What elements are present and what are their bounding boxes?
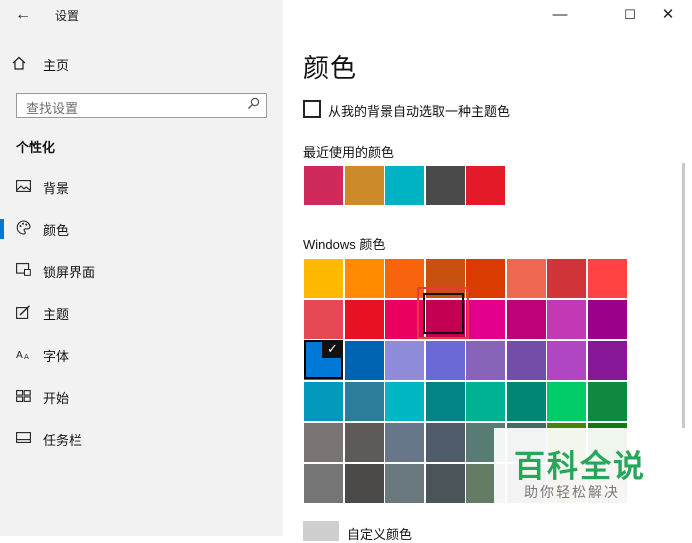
recent-color-swatch[interactable] xyxy=(466,166,505,205)
windows-color-swatch[interactable] xyxy=(344,382,384,421)
windows-color-swatch[interactable] xyxy=(506,341,546,380)
nav-home-label: 主页 xyxy=(43,57,70,73)
windows-color-swatch[interactable] xyxy=(385,382,424,421)
search-icon[interactable] xyxy=(247,97,260,113)
windows-color-swatch[interactable] xyxy=(466,300,505,339)
windows-color-swatch[interactable] xyxy=(425,464,465,503)
focus-outline xyxy=(423,293,464,334)
windows-color-swatch[interactable] xyxy=(547,382,586,421)
watermark: 百科全说 助你轻松解决 xyxy=(494,428,692,506)
sidebar: ← 设置 主页 查找设置 个性化 背景 颜色 锁屏界面 主题 A A 字体 开始… xyxy=(0,0,283,536)
close-button[interactable]: ✕ xyxy=(645,2,691,28)
windows-color-swatch[interactable] xyxy=(344,423,384,462)
windows-color-swatch[interactable] xyxy=(425,341,465,380)
custom-color-button[interactable] xyxy=(303,521,339,541)
windows-color-swatch[interactable] xyxy=(506,382,546,421)
windows-color-swatch[interactable] xyxy=(385,464,424,503)
sidebar-item-label: 背景 xyxy=(43,180,70,196)
sidebar-item-label: 颜色 xyxy=(43,222,70,238)
recent-color-swatch[interactable] xyxy=(344,166,384,205)
watermark-subtitle: 助你轻松解决 xyxy=(524,484,620,500)
windows-color-swatch[interactable] xyxy=(466,382,505,421)
windows-color-swatch[interactable] xyxy=(466,341,505,380)
window-title: 设置 xyxy=(55,9,80,23)
svg-text:A: A xyxy=(16,350,23,360)
windows-color-swatch[interactable] xyxy=(344,259,384,298)
taskbar-icon xyxy=(15,432,31,446)
sidebar-item-label: 锁屏界面 xyxy=(43,264,96,280)
page-title: 颜色 xyxy=(303,53,358,83)
sidebar-item-taskbar[interactable]: 任务栏 xyxy=(0,426,283,452)
auto-pick-label[interactable]: 从我的背景自动选取一种主题色 xyxy=(328,101,510,120)
minimize-button[interactable]: — xyxy=(537,2,583,28)
windows-color-swatch[interactable] xyxy=(547,341,586,380)
recent-color-swatch[interactable] xyxy=(304,166,343,205)
windows-color-swatch[interactable] xyxy=(304,300,343,339)
sidebar-item-start[interactable]: 开始 xyxy=(0,384,283,410)
sidebar-item-label: 任务栏 xyxy=(43,432,83,448)
windows-color-swatch[interactable] xyxy=(425,382,465,421)
windows-color-swatch[interactable] xyxy=(304,382,343,421)
windows-color-swatch[interactable] xyxy=(385,341,424,380)
sidebar-item-label: 开始 xyxy=(43,390,70,406)
arrow-left-icon[interactable]: ← xyxy=(12,4,34,26)
windows-color-swatch[interactable] xyxy=(304,259,343,298)
sidebar-item-background[interactable]: 背景 xyxy=(0,174,283,200)
scrollbar[interactable] xyxy=(682,163,685,433)
sidebar-item-fonts[interactable]: AA 字体 xyxy=(0,342,283,368)
windows-color-swatch[interactable] xyxy=(466,259,505,298)
windows-color-swatch[interactable] xyxy=(304,464,343,503)
section-title: 个性化 xyxy=(16,140,56,155)
windows-colors-label: Windows 颜色 xyxy=(303,237,386,252)
windows-color-swatch[interactable] xyxy=(506,300,546,339)
auto-pick-checkbox[interactable] xyxy=(303,100,321,118)
check-icon: ✓ xyxy=(322,340,343,358)
windows-color-swatch[interactable] xyxy=(587,382,627,421)
windows-color-swatch[interactable] xyxy=(344,300,384,339)
windows-color-swatch[interactable] xyxy=(587,341,627,380)
sidebar-item-label: 主题 xyxy=(43,306,70,322)
home-icon xyxy=(12,56,32,73)
windows-color-swatch[interactable] xyxy=(344,464,384,503)
sidebar-item-themes[interactable]: 主题 xyxy=(0,300,283,326)
windows-color-swatch[interactable] xyxy=(344,341,384,380)
windows-color-swatch[interactable] xyxy=(506,259,546,298)
font-icon: AA xyxy=(15,348,31,363)
windows-color-swatch[interactable] xyxy=(385,423,424,462)
svg-text:A: A xyxy=(24,353,29,360)
windows-color-swatch[interactable] xyxy=(587,259,627,298)
recent-colors-label: 最近使用的颜色 xyxy=(303,145,395,160)
picture-icon xyxy=(15,179,31,195)
selection-indicator xyxy=(0,219,4,239)
search-placeholder: 查找设置 xyxy=(26,101,79,116)
windows-color-swatch[interactable] xyxy=(547,300,586,339)
sidebar-item-lock-screen[interactable]: 锁屏界面 xyxy=(0,258,283,284)
nav-home[interactable]: 主页 xyxy=(12,52,69,76)
sidebar-item-label: 字体 xyxy=(43,348,70,364)
lock-screen-icon xyxy=(15,263,31,279)
search-input[interactable]: 查找设置 xyxy=(16,93,267,118)
sidebar-item-colors[interactable]: 颜色 xyxy=(0,216,283,242)
windows-color-swatch[interactable] xyxy=(304,423,343,462)
windows-color-swatch[interactable] xyxy=(547,259,586,298)
palette-icon xyxy=(15,220,31,238)
windows-color-swatch[interactable] xyxy=(425,423,465,462)
watermark-title: 百科全说 xyxy=(514,449,646,484)
start-grid-icon xyxy=(15,389,31,405)
windows-color-swatch[interactable] xyxy=(587,300,627,339)
recent-color-swatch[interactable] xyxy=(385,166,424,205)
custom-color-label[interactable]: 自定义颜色 xyxy=(347,524,412,543)
recent-color-swatch[interactable] xyxy=(425,166,465,205)
theme-brush-icon xyxy=(15,304,31,322)
